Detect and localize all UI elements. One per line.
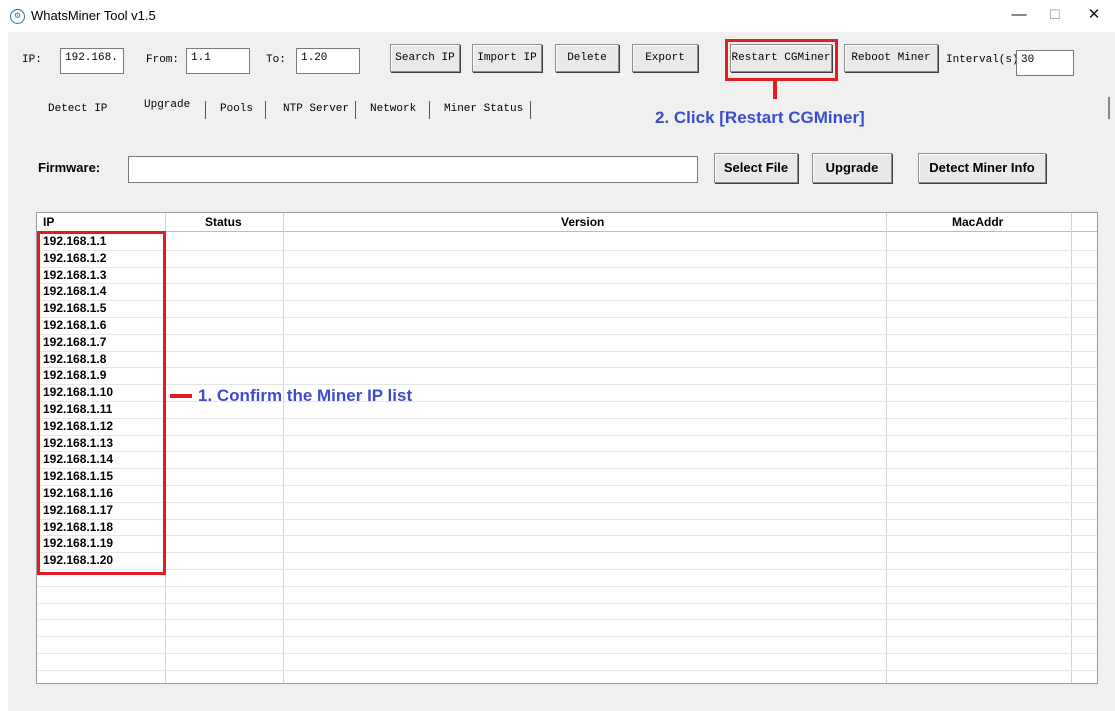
miner-table[interactable]: IP Status Version MacAddr 192.168.1.1 192… <box>36 212 1098 684</box>
tab-separator <box>355 101 356 119</box>
row-divider <box>37 333 1097 335</box>
import-ip-button[interactable]: Import IP <box>472 44 542 72</box>
from-input[interactable]: 1.1 <box>186 48 250 74</box>
tab-ntp-server[interactable]: NTP Server <box>283 103 349 115</box>
delete-button[interactable]: Delete <box>555 44 619 72</box>
tab-miner-status[interactable]: Miner Status <box>444 103 523 115</box>
firmware-path-input[interactable] <box>128 156 698 183</box>
tab-separator <box>205 101 206 119</box>
row-divider <box>37 501 1097 503</box>
maximize-icon[interactable]: ☐ <box>1036 2 1074 28</box>
column-header-version[interactable]: Version <box>561 213 604 232</box>
tab-separator <box>429 101 430 119</box>
firmware-label: Firmware: <box>38 160 101 175</box>
step1-annotation: 1. Confirm the Miner IP list <box>198 386 413 405</box>
row-divider <box>37 451 1097 453</box>
export-button[interactable]: Export <box>632 44 698 72</box>
row-divider <box>37 283 1097 285</box>
tab-pools[interactable]: Pools <box>220 103 253 115</box>
row-divider <box>37 468 1097 470</box>
row-divider <box>37 535 1097 537</box>
interval-input[interactable]: 30 <box>1016 50 1074 76</box>
to-input[interactable]: 1.20 <box>296 48 360 74</box>
row-divider <box>37 417 1097 419</box>
select-file-button[interactable]: Select File <box>714 153 798 183</box>
row-divider <box>37 434 1097 436</box>
from-label: From: <box>146 54 180 66</box>
panel-edge <box>1108 97 1110 119</box>
minimize-icon[interactable]: — <box>1000 2 1038 28</box>
row-divider <box>37 552 1097 554</box>
column-header-status[interactable]: Status <box>205 213 242 232</box>
row-divider <box>37 317 1097 318</box>
row-divider <box>37 619 1097 621</box>
title-bar: ⚙ WhatsMiner Tool v1.5 — ☐ ✕ <box>0 0 1115 32</box>
row-divider <box>37 350 1097 352</box>
tab-network[interactable]: Network <box>370 103 416 115</box>
tab-separator <box>265 101 266 119</box>
row-divider <box>37 249 1097 251</box>
whatsminer-logo-icon: ⚙ <box>10 9 25 24</box>
tab-separator <box>530 101 531 119</box>
upgrade-button[interactable]: Upgrade <box>812 153 892 183</box>
row-divider <box>37 669 1097 671</box>
restart-highlight-connector <box>773 81 777 99</box>
step2-annotation: 2. Click [Restart CGMiner] <box>655 108 865 127</box>
window-title: WhatsMiner Tool v1.5 <box>31 8 156 23</box>
close-icon[interactable]: ✕ <box>1075 2 1113 28</box>
row-divider <box>37 569 1097 570</box>
row-divider <box>37 602 1097 604</box>
row-divider <box>37 300 1097 302</box>
interval-label: Interval(s) <box>946 54 1019 66</box>
row-divider <box>37 485 1097 486</box>
detect-miner-info-button[interactable]: Detect Miner Info <box>918 153 1046 183</box>
column-header-ip[interactable]: IP <box>43 213 54 232</box>
row-divider <box>37 653 1097 654</box>
row-divider <box>37 636 1097 638</box>
row-divider <box>37 384 1097 386</box>
reboot-miner-button[interactable]: Reboot Miner <box>844 44 938 72</box>
tab-upgrade[interactable]: Upgrade <box>144 99 190 111</box>
ip-list-connector <box>170 394 192 398</box>
search-ip-button[interactable]: Search IP <box>390 44 460 72</box>
row-divider <box>37 266 1097 268</box>
to-label: To: <box>266 54 286 66</box>
row-divider <box>37 585 1097 587</box>
tab-detect-ip[interactable]: Detect IP <box>48 103 107 115</box>
ip-list-highlight-box <box>37 231 166 575</box>
restart-highlight-box <box>725 39 838 81</box>
ip-prefix-input[interactable]: 192.168. <box>60 48 124 74</box>
row-divider <box>37 367 1097 369</box>
column-header-macaddr[interactable]: MacAddr <box>952 213 1003 232</box>
row-divider <box>37 401 1097 402</box>
row-divider <box>37 518 1097 520</box>
ip-label: IP: <box>22 54 42 66</box>
table-header: IP Status Version MacAddr <box>37 213 1097 232</box>
